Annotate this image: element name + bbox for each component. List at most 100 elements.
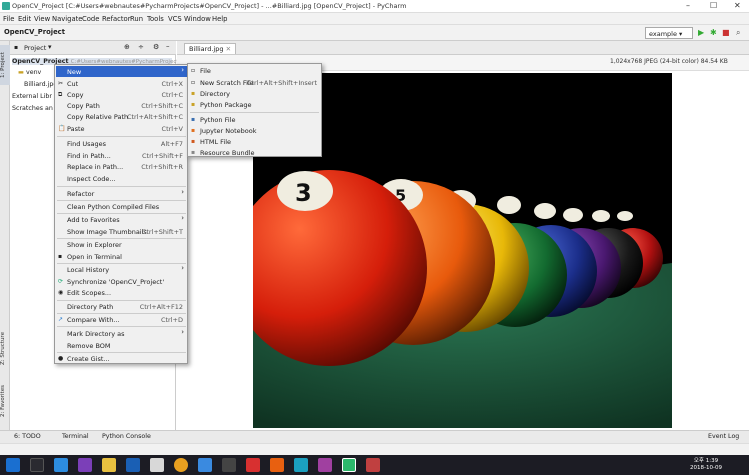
tree-item-billiard[interactable]: Billiard.jpg [24,81,57,88]
locate-icon[interactable]: ⊕ [124,43,130,51]
collapse-icon[interactable]: ÷ [138,43,144,51]
new-resource-bundle[interactable]: ▪ Resource Bundle [189,147,321,158]
ctx-remove-bom[interactable]: Remove BOM [56,340,187,351]
ctx-local-history[interactable]: Local History › [56,264,187,275]
new-scratch-shortcut: Ctrl+Alt+Shift+Insert [246,78,317,87]
new-directory[interactable]: ▪ Directory [189,88,321,99]
ctx-clean-python-compiled[interactable]: Clean Python Compiled Files [56,201,187,212]
menu-refactor[interactable]: Refactor [102,15,131,23]
run-config-label: example [649,30,677,38]
sublime-icon[interactable] [270,458,284,472]
ctx-directory-path[interactable]: Directory Path Ctrl+Alt+F12 [56,301,187,312]
new-html-label: HTML File [200,137,232,146]
run-config-select[interactable]: example ▾ [645,27,693,39]
tree-item-external-libraries[interactable]: External Libr [12,93,52,100]
project-view-selector[interactable]: Project [24,44,46,52]
tree-extlib-label: External Libr [12,93,52,100]
stop-icon[interactable]: ■ [722,28,730,37]
menu-vcs[interactable]: VCS [168,15,182,23]
start-button-icon[interactable] [6,458,20,472]
tab-python-console[interactable]: Python Console [102,433,151,440]
scratch-file-icon: ▫ [191,79,196,86]
new-scratch-file[interactable]: ▫ New Scratch File Ctrl+Alt+Shift+Insert [189,77,321,88]
scope-icon: ◉ [58,289,64,296]
ctx-find-in-path[interactable]: Find in Path... Ctrl+Shift+F [56,150,187,161]
app-icon[interactable] [150,458,164,472]
tab-favorites[interactable]: 2: Favorites [0,381,10,421]
menu-view[interactable]: View [34,15,50,23]
visual-studio-icon[interactable] [78,458,92,472]
new-file[interactable]: ▫ File [189,65,321,76]
chrome-icon[interactable] [174,458,188,472]
ctx-paste[interactable]: 📋 Paste Ctrl+V [56,123,187,134]
menu-window[interactable]: Window [184,15,211,23]
tab-event-log[interactable]: Event Log [708,433,739,440]
app-icon-3[interactable] [246,458,260,472]
minimize-button[interactable]: – [686,1,690,10]
gear-icon[interactable]: ⚙ [153,43,159,51]
vs-code-icon[interactable] [126,458,140,472]
hide-icon[interactable]: – [166,42,170,50]
task-view-icon[interactable] [30,458,44,472]
ctx-show-in-explorer[interactable]: Show in Explorer [56,239,187,250]
app-icon-2[interactable] [222,458,236,472]
app-icon-4[interactable] [318,458,332,472]
arduino-icon[interactable] [294,458,308,472]
ctx-replace-in-path[interactable]: Replace in Path... Ctrl+Shift+R [56,161,187,172]
ctx-open-in-terminal[interactable]: ▪ Open in Terminal [56,251,187,262]
menu-help[interactable]: Help [212,15,228,23]
new-python-file[interactable]: ▪ Python File [189,114,321,125]
ctx-synchronize[interactable]: ⟳ Synchronize 'OpenCV_Project' [56,276,187,287]
file-explorer-icon[interactable] [102,458,116,472]
menu-run[interactable]: Run [130,15,143,23]
debug-icon[interactable]: ✱ [710,28,717,37]
new-jupyter-notebook[interactable]: ▪ Jupyter Notebook [189,125,321,136]
ctx-copy-label: Copy [67,90,84,99]
maximize-button[interactable]: ☐ [710,1,717,10]
vscode-insiders-icon[interactable] [198,458,212,472]
breadcrumb-project[interactable]: OpenCV_Project [4,28,65,36]
chevron-down-icon[interactable]: ▾ [48,43,52,51]
ctx-compare-shortcut: Ctrl+D [160,315,183,324]
app-icon-5[interactable] [366,458,380,472]
ctx-copy[interactable]: ⧉ Copy Ctrl+C [56,89,187,100]
search-everywhere-icon[interactable]: ⌕ [736,28,740,38]
tab-terminal[interactable]: Terminal [62,433,89,440]
ctx-find-usages[interactable]: Find Usages Alt+F7 [56,138,187,149]
close-tab-icon[interactable]: ✕ [226,45,231,53]
menu-file[interactable]: File [3,15,14,23]
ctx-compare-with[interactable]: ↗ Compare With... Ctrl+D [56,314,187,325]
editor-tab-bar [177,41,749,55]
ctx-dirpath-shortcut: Ctrl+Alt+F12 [139,302,183,311]
ctx-edit-scopes[interactable]: ◉ Edit Scopes... [56,287,187,298]
ctx-mark-directory-as[interactable]: Mark Directory as › [56,328,187,339]
ctx-create-gist[interactable]: ● Create Gist... [56,353,187,364]
tab-project[interactable]: 1: Project [0,45,10,85]
project-panel-header: ▪ Project ▾ ⊕ ÷ ⚙ – [10,41,176,55]
ctx-copy-relative-path[interactable]: Copy Relative Path Ctrl+Alt+Shift+C [56,111,187,122]
ctx-copy-path[interactable]: Copy Path Ctrl+Shift+C [56,100,187,111]
edge-icon[interactable] [54,458,68,472]
menu-tools[interactable]: Tools [147,15,164,23]
tab-todo[interactable]: 6: TODO [14,433,41,440]
ctx-show-image-thumbnails[interactable]: Show Image Thumbnails Ctrl+Shift+T [56,226,187,237]
ctx-copy-path-label: Copy Path [67,101,100,110]
run-icon[interactable]: ▶ [698,28,704,37]
ctx-inspect-code[interactable]: Inspect Code... [56,173,187,184]
editor-tab-billiard[interactable]: Billiard.jpg ✕ [184,43,237,54]
ctx-refactor[interactable]: Refactor › [56,188,187,199]
tree-item-scratches[interactable]: Scratches an [12,105,53,112]
tab-structure[interactable]: Z: Structure [0,329,10,369]
new-html-file[interactable]: ▪ HTML File [189,136,321,147]
menu-edit[interactable]: Edit [18,15,31,23]
ctx-add-to-favorites[interactable]: Add to Favorites › [56,214,187,225]
pycharm-taskbar-icon[interactable] [342,458,356,472]
menu-code[interactable]: Code [82,15,99,23]
ctx-cut[interactable]: ✂ Cut Ctrl+X [56,78,187,89]
ctx-new[interactable]: New › [56,66,187,77]
new-directory-label: Directory [200,89,230,98]
close-button[interactable]: ✕ [734,1,741,10]
tree-item-venv[interactable]: ▬ venv [18,69,41,76]
menu-navigate[interactable]: Navigate [52,15,83,23]
new-python-package[interactable]: ▪ Python Package [189,99,321,110]
